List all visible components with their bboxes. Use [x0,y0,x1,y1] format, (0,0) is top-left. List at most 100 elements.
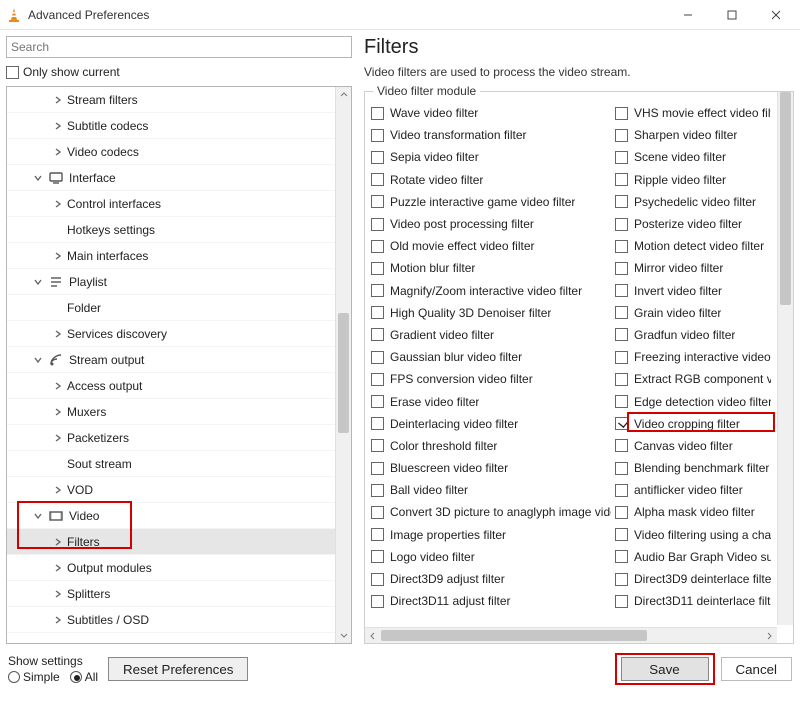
chevron-right-icon[interactable] [51,119,65,133]
checkbox[interactable] [371,262,384,275]
checkbox[interactable] [371,195,384,208]
tree-item[interactable]: Splitters [7,581,335,607]
tree-item[interactable]: Folder [7,295,335,321]
checkbox[interactable] [615,595,628,608]
filter-checkbox-row[interactable]: Blending benchmark filter [615,457,775,479]
chevron-right-icon[interactable] [51,405,65,419]
filter-checkbox-row[interactable]: Deinterlacing video filter [371,413,615,435]
save-button[interactable]: Save [621,657,709,681]
close-button[interactable] [754,1,798,29]
tree-item[interactable]: Access output [7,373,335,399]
checkbox[interactable] [371,417,384,430]
filter-checkbox-row[interactable]: Posterize video filter [615,213,775,235]
search-input[interactable] [7,37,351,57]
tree-item[interactable]: Services discovery [7,321,335,347]
tree-item[interactable]: Packetizers [7,425,335,451]
checkbox[interactable] [371,151,384,164]
filter-checkbox-row[interactable]: FPS conversion video filter [371,368,615,390]
filters-vscroll[interactable] [777,92,793,625]
checkbox[interactable] [615,240,628,253]
tree-item[interactable]: Video [7,503,335,529]
filter-checkbox-row[interactable]: Erase video filter [371,390,615,412]
filter-checkbox-row[interactable]: Direct3D9 adjust filter [371,568,615,590]
maximize-button[interactable] [710,1,754,29]
filter-checkbox-row[interactable]: Rotate video filter [371,169,615,191]
checkbox[interactable] [615,550,628,563]
only-show-current-checkbox[interactable] [6,66,19,79]
filter-checkbox-row[interactable]: Canvas video filter [615,435,775,457]
checkbox[interactable] [615,284,628,297]
tree-item[interactable]: Output modules [7,555,335,581]
checkbox[interactable] [371,284,384,297]
checkbox[interactable] [615,306,628,319]
chevron-right-icon[interactable] [51,379,65,393]
minimize-button[interactable] [666,1,710,29]
checkbox[interactable] [615,173,628,186]
scroll-thumb[interactable] [381,630,647,641]
filter-checkbox-row[interactable]: Mirror video filter [615,257,775,279]
tree-item[interactable]: Muxers [7,399,335,425]
filter-checkbox-row[interactable]: Ripple video filter [615,169,775,191]
tree-item[interactable]: Filters [7,529,335,555]
tree-item[interactable]: Stream output [7,347,335,373]
filter-checkbox-row[interactable]: Color threshold filter [371,435,615,457]
checkbox[interactable] [371,573,384,586]
filter-checkbox-row[interactable]: Extract RGB component vid [615,368,775,390]
tree-item[interactable]: Playlist [7,269,335,295]
filter-checkbox-row[interactable]: Grain video filter [615,302,775,324]
chevron-right-icon[interactable] [51,535,65,549]
checkbox[interactable] [371,129,384,142]
radio-all[interactable]: All [70,670,98,684]
chevron-right-icon[interactable] [51,197,65,211]
checkbox[interactable] [371,462,384,475]
filters-hscroll[interactable] [365,627,777,643]
tree-vscroll[interactable] [335,87,351,643]
filter-checkbox-row[interactable]: Sepia video filter [371,146,615,168]
filter-checkbox-row[interactable]: Alpha mask video filter [615,501,775,523]
scroll-up-icon[interactable] [336,87,351,103]
filter-checkbox-row[interactable]: Bluescreen video filter [371,457,615,479]
checkbox[interactable] [371,595,384,608]
radio-simple[interactable]: Simple [8,670,60,684]
filter-checkbox-row[interactable]: Sharpen video filter [615,124,775,146]
tree-item[interactable]: Sout stream [7,451,335,477]
scroll-left-icon[interactable] [365,628,381,643]
checkbox[interactable] [615,195,628,208]
checkbox[interactable] [371,240,384,253]
filter-checkbox-row[interactable]: Video cropping filter [615,413,775,435]
tree-item[interactable]: Subtitle codecs [7,113,335,139]
filter-checkbox-row[interactable]: Video filtering using a chain [615,524,775,546]
filter-checkbox-row[interactable]: Convert 3D picture to anaglyph image vid… [371,501,615,523]
checkbox[interactable] [615,462,628,475]
tree-item[interactable]: VOD [7,477,335,503]
filter-checkbox-row[interactable]: Gradfun video filter [615,324,775,346]
checkbox[interactable] [371,107,384,120]
reset-preferences-button[interactable]: Reset Preferences [108,657,248,681]
filter-checkbox-row[interactable]: Logo video filter [371,546,615,568]
checkbox[interactable] [371,173,384,186]
scroll-thumb[interactable] [338,313,349,433]
tree-item[interactable]: Main interfaces [7,243,335,269]
chevron-down-icon[interactable] [31,509,45,523]
checkbox[interactable] [371,550,384,563]
checkbox[interactable] [371,506,384,519]
checkbox[interactable] [371,373,384,386]
checkbox[interactable] [615,351,628,364]
tree-item[interactable]: Stream filters [7,87,335,113]
checkbox[interactable] [615,328,628,341]
chevron-right-icon[interactable] [51,613,65,627]
checkbox[interactable] [371,439,384,452]
checkbox[interactable] [371,218,384,231]
scroll-right-icon[interactable] [761,628,777,643]
filter-checkbox-row[interactable]: Psychedelic video filter [615,191,775,213]
filter-checkbox-row[interactable]: Direct3D11 deinterlace filte [615,590,775,612]
filter-checkbox-row[interactable]: Video transformation filter [371,124,615,146]
filter-checkbox-row[interactable]: Motion detect video filter [615,235,775,257]
chevron-right-icon[interactable] [51,561,65,575]
scroll-down-icon[interactable] [336,627,351,643]
filter-checkbox-row[interactable]: Gradient video filter [371,324,615,346]
tree-item[interactable]: Control interfaces [7,191,335,217]
checkbox[interactable] [615,506,628,519]
filter-checkbox-row[interactable]: Scene video filter [615,146,775,168]
filter-checkbox-row[interactable]: Invert video filter [615,280,775,302]
